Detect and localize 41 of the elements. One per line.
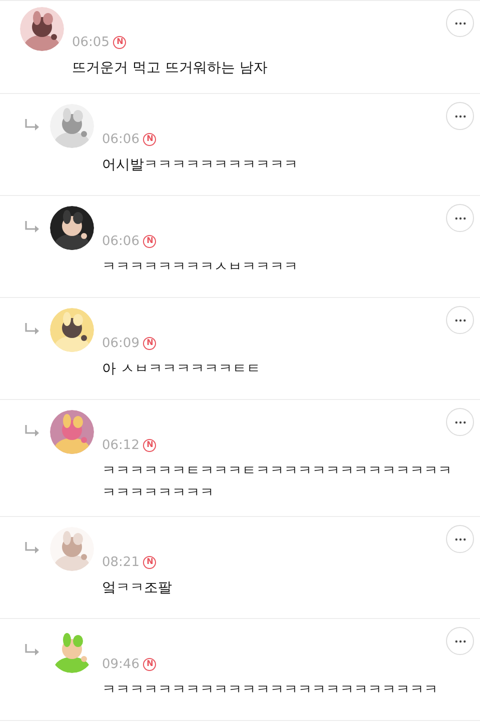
comment-text: ㅋㅋㅋㅋㅋㅋㅋㅋㅋㅋㅋㅋㅋㅋㅋㅋㅋㅋㅋㅋㅋㅋㅋㅋ (102, 681, 439, 700)
more-icon (454, 420, 466, 424)
new-badge: N (143, 132, 156, 146)
reply-arrow-icon (24, 643, 40, 657)
more-button[interactable] (446, 525, 474, 553)
more-icon (454, 640, 466, 642)
more-icon (454, 538, 466, 540)
comment-time: 06:05 (72, 34, 110, 50)
comment-time: 06:12 (102, 438, 140, 452)
new-badge: N (143, 438, 156, 452)
reply-arrow-icon (24, 541, 40, 555)
comment-text: 아 ㅅㅂㅋㅋㅋㅋㅋㅋㅌㅌ (102, 360, 262, 379)
more-button[interactable] (446, 627, 474, 655)
more-button[interactable] (446, 408, 474, 436)
comment-time: 06:09 (102, 336, 140, 350)
new-badge: N (143, 556, 156, 568)
reply-arrow-icon (24, 118, 40, 132)
comment-time: 08:21 (102, 554, 140, 570)
new-badge: N (113, 36, 126, 48)
more-button[interactable] (446, 306, 474, 334)
reply-arrow-icon (24, 424, 40, 438)
new-badge: N (143, 234, 156, 248)
comment-text: 뜨거운거 먹고 뜨거워하는 남자 (72, 59, 268, 78)
more-icon (454, 22, 466, 24)
more-icon (454, 318, 466, 322)
comment-text: 엌ㅋㅋ조팔 (102, 579, 173, 598)
comment-text: ㅋㅋㅋㅋㅋㅋㅋㅋㅅㅂㅋㅋㅋㅋ (102, 258, 299, 277)
more-button[interactable] (446, 9, 474, 37)
comment-time: 09:46 (102, 656, 140, 672)
more-icon (454, 216, 466, 220)
comment-time: 06:06 (102, 234, 140, 248)
more-button[interactable] (446, 204, 474, 232)
more-icon (454, 114, 466, 118)
new-badge: N (143, 658, 156, 670)
comment-text: 어시발ㅋㅋㅋㅋㅋㅋㅋㅋㅋㅋㅋ (102, 156, 299, 175)
reply-arrow-icon (24, 220, 40, 234)
comment-time: 06:06 (102, 132, 140, 146)
comment-text: ㅋㅋㅋㅋㅋㅋㅌㅋㅋㅋㅌㅋㅋㅋㅋㅋㅋㅋㅋㅋㅋㅋㅋㅋㅋㅋㅋㅋㅋㅋㅋㅋㅋ (102, 462, 453, 503)
more-button[interactable] (446, 102, 474, 130)
reply-arrow-icon (24, 322, 40, 336)
new-badge: N (143, 336, 156, 350)
